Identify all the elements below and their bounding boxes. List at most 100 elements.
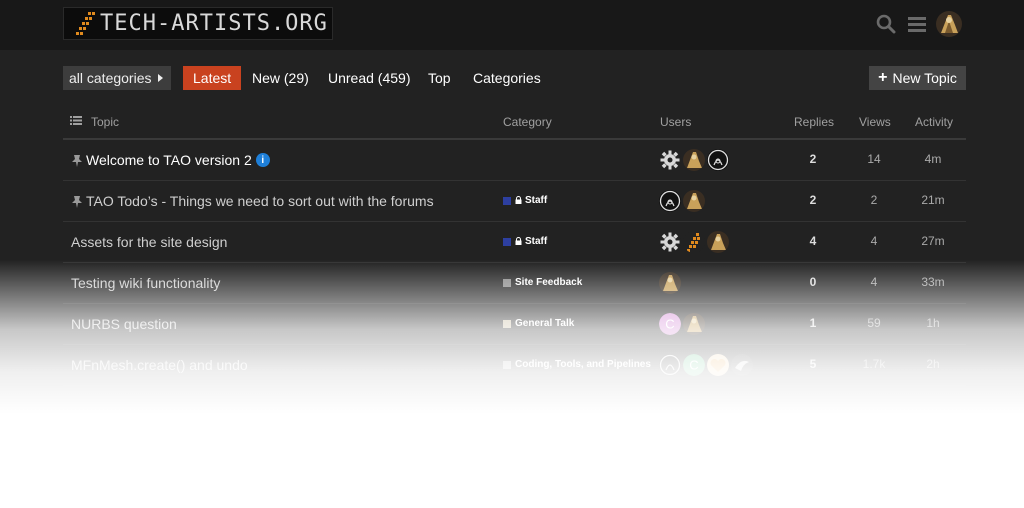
new-topic-button[interactable]: + New Topic (869, 66, 966, 90)
info-badge-icon: i (255, 153, 270, 167)
topic-row: Assets for the site design Staff 4 4 27m (63, 222, 966, 263)
topic-users: C (659, 313, 705, 335)
category-name: Staff (525, 236, 548, 247)
topic-row: Welcome to TAO version 2 i 2 14 4m (63, 140, 966, 181)
logo-mark-icon (72, 10, 98, 38)
category-dropdown[interactable]: all categories (63, 66, 171, 90)
category-badge[interactable]: Staff (503, 236, 547, 247)
caret-right-icon (158, 74, 163, 82)
category-color-swatch (503, 237, 511, 246)
user-avatar-artist[interactable] (683, 190, 705, 212)
topic-users: C (659, 354, 753, 376)
topic-users (659, 149, 729, 171)
replies-count: 1 (809, 316, 817, 330)
nav-categories[interactable]: Categories (473, 66, 541, 90)
topic-title: NURBS question (71, 316, 177, 332)
category-color-swatch (503, 196, 511, 205)
views-count: 59 (867, 316, 881, 330)
site-logo[interactable]: TECH-ARTISTS.ORG (63, 7, 333, 40)
topic-users (659, 231, 729, 253)
topic-title-link[interactable]: NURBS question (71, 316, 177, 332)
site-header: TECH-ARTISTS.ORG (0, 0, 1024, 50)
header-topic[interactable]: Topic (91, 115, 119, 129)
user-avatar-sketch[interactable] (707, 149, 729, 171)
lock-icon (515, 195, 522, 206)
activity-time[interactable]: 21m (905, 193, 961, 207)
header-activity[interactable]: Activity (915, 115, 953, 129)
category-color-swatch (503, 360, 511, 369)
hamburger-menu-icon[interactable] (906, 13, 928, 35)
category-badge[interactable]: Coding, Tools, and Pipelines (503, 359, 651, 370)
topic-users (659, 190, 705, 212)
current-user-avatar[interactable] (936, 11, 962, 37)
topic-title: Assets for the site design (71, 234, 228, 250)
topic-title-link[interactable]: Welcome to TAO version 2 i (71, 152, 270, 168)
replies-count: 4 (809, 234, 817, 248)
plus-icon: + (878, 69, 888, 86)
lock-icon (515, 236, 522, 247)
category-name: Coding, Tools, and Pipelines (515, 359, 651, 370)
header-views[interactable]: Views (859, 115, 891, 129)
topic-navigation: all categories Latest New (29) Unread (4… (63, 66, 966, 90)
topic-title-link[interactable]: Testing wiki functionality (71, 275, 220, 291)
topic-row: NURBS question General Talk C 1 59 1h (63, 304, 966, 345)
views-count: 2 (870, 193, 878, 207)
header-category[interactable]: Category (503, 115, 552, 129)
activity-time[interactable]: 4m (905, 152, 961, 166)
user-avatar-bird[interactable] (731, 354, 753, 376)
nav-top[interactable]: Top (428, 66, 451, 90)
header-users: Users (660, 115, 692, 129)
pin-icon (72, 154, 82, 167)
views-count: 4 (870, 275, 878, 289)
topic-row: MFnMesh.create() and undo Coding, Tools,… (63, 345, 966, 386)
topic-title: Testing wiki functionality (71, 275, 221, 291)
activity-time[interactable]: 27m (905, 234, 961, 248)
user-avatar-gear[interactable] (659, 231, 681, 253)
user-avatar-letter-c[interactable]: C (659, 313, 681, 335)
user-avatar-artist[interactable] (659, 272, 681, 294)
topic-row: TAO Todo’s - Things we need to sort out … (63, 181, 966, 222)
topic-title-link[interactable]: Assets for the site design (71, 234, 227, 250)
header-replies[interactable]: Replies (794, 115, 834, 129)
user-avatar-artist[interactable] (683, 149, 705, 171)
activity-time[interactable]: 1h (905, 316, 961, 330)
topic-title: MFnMesh.create() and undo (71, 357, 248, 373)
topic-users (659, 272, 681, 294)
user-avatar-sketch[interactable] (659, 190, 681, 212)
views-count: 14 (867, 152, 881, 166)
user-avatar-heart[interactable] (707, 354, 729, 376)
category-name: Staff (525, 195, 548, 206)
replies-count: 2 (809, 193, 817, 207)
search-icon[interactable] (875, 13, 897, 35)
category-badge[interactable]: Staff (503, 195, 547, 206)
replies-count: 0 (809, 275, 817, 289)
user-avatar-artist[interactable] (683, 313, 705, 335)
activity-time[interactable]: 2h (905, 357, 961, 371)
topic-title: Welcome to TAO version 2 (86, 152, 252, 168)
replies-count: 2 (809, 152, 817, 166)
views-count: 4 (870, 234, 878, 248)
user-avatar-logo[interactable] (683, 231, 705, 253)
replies-count: 5 (809, 357, 817, 371)
pin-icon (72, 195, 82, 208)
user-avatar-letter-c[interactable]: C (683, 354, 705, 376)
list-icon (70, 116, 82, 125)
activity-time[interactable]: 33m (905, 275, 961, 289)
nav-new[interactable]: New (29) (252, 66, 309, 90)
topic-title-link[interactable]: TAO Todo’s - Things we need to sort out … (71, 193, 434, 209)
new-topic-label: New Topic (892, 70, 957, 86)
category-badge[interactable]: Site Feedback (503, 277, 582, 288)
category-color-swatch (503, 319, 511, 328)
topic-title-link[interactable]: MFnMesh.create() and undo (71, 357, 248, 373)
nav-latest[interactable]: Latest (183, 66, 242, 90)
topic-row: Testing wiki functionality Site Feedback… (63, 263, 966, 304)
user-avatar-sketch[interactable] (659, 354, 681, 376)
category-dropdown-label: all categories (69, 70, 152, 86)
category-name: General Talk (515, 318, 575, 329)
topic-title: TAO Todo’s - Things we need to sort out … (86, 193, 434, 209)
user-avatar-gear[interactable] (659, 149, 681, 171)
nav-unread[interactable]: Unread (459) (328, 66, 411, 90)
views-count: 1.7k (862, 357, 886, 371)
category-badge[interactable]: General Talk (503, 318, 574, 329)
user-avatar-artist[interactable] (707, 231, 729, 253)
